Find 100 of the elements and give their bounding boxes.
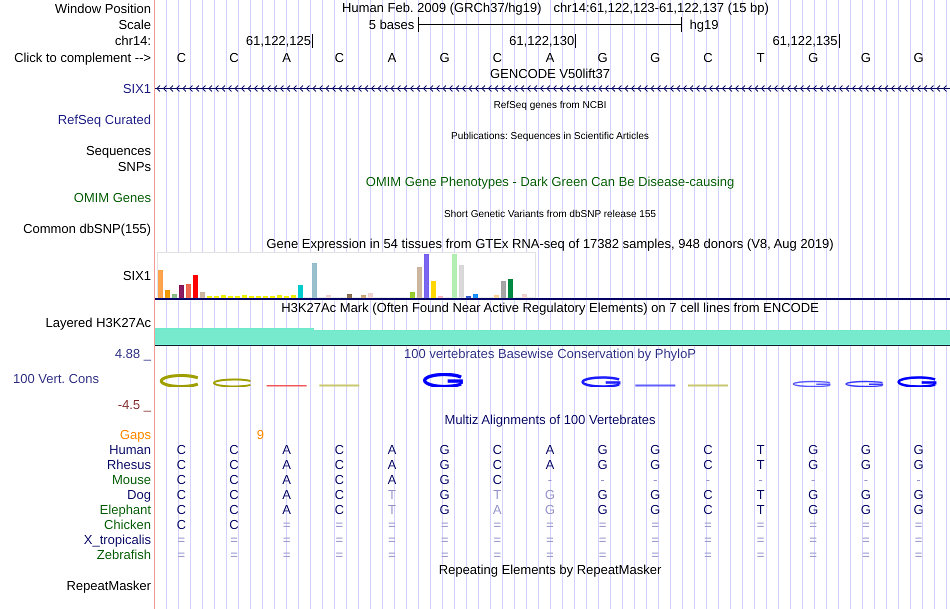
base-letter[interactable]: C bbox=[155, 50, 208, 64]
expression-bar[interactable] bbox=[424, 254, 429, 298]
alignment-base: G bbox=[649, 442, 662, 457]
base-letter[interactable]: A bbox=[366, 50, 418, 64]
expression-bar[interactable] bbox=[291, 295, 296, 298]
expression-bar[interactable] bbox=[522, 294, 527, 298]
expression-bar[interactable] bbox=[277, 295, 282, 298]
alignment-base: = bbox=[703, 547, 713, 562]
alignment-base: C bbox=[176, 457, 188, 472]
position-label: 61,122,135 bbox=[772, 34, 840, 48]
expression-bar[interactable] bbox=[186, 284, 191, 298]
alignment-base: C bbox=[334, 502, 345, 517]
species-label: Rhesus bbox=[106, 457, 151, 472]
expression-bar[interactable] bbox=[410, 292, 415, 298]
alignment-base: = bbox=[282, 517, 292, 532]
expression-bar[interactable] bbox=[452, 254, 457, 298]
alignment-base: T bbox=[756, 442, 766, 457]
alignment-base: C bbox=[176, 472, 188, 487]
base-letter[interactable]: G bbox=[576, 50, 629, 64]
alignment-base: = bbox=[861, 517, 871, 532]
track-title[interactable]: Multiz Alignments of 100 Vertebrates bbox=[444, 412, 656, 427]
expression-bar[interactable] bbox=[494, 295, 499, 298]
track-label[interactable]: Common dbSNP(155) bbox=[23, 220, 151, 236]
track-title[interactable]: Publications: Sequences in Scientific Articles bbox=[451, 131, 649, 142]
alignment-base: = bbox=[703, 517, 713, 532]
track-label[interactable]: SNPs bbox=[118, 158, 151, 174]
alignment-base: T bbox=[756, 502, 766, 517]
expression-bar[interactable] bbox=[242, 295, 247, 298]
alignment-base: = bbox=[861, 547, 871, 562]
alignment-base: = bbox=[387, 547, 397, 562]
expression-bar[interactable] bbox=[298, 285, 303, 298]
species-label: X_tropicalis bbox=[84, 532, 151, 547]
expression-bar[interactable] bbox=[172, 294, 177, 298]
expression-bar[interactable] bbox=[193, 275, 198, 298]
alignment-base: C bbox=[228, 442, 240, 457]
base-letter[interactable]: G bbox=[786, 50, 840, 64]
alignment-base: C bbox=[228, 502, 240, 517]
expression-bar[interactable] bbox=[431, 281, 436, 298]
base-letter[interactable]: C bbox=[312, 50, 366, 64]
base-letter[interactable]: T bbox=[734, 50, 787, 64]
alignment-base: A bbox=[386, 442, 398, 457]
base-letter[interactable]: C bbox=[208, 50, 260, 64]
track-label[interactable]: SIX1 bbox=[122, 268, 151, 283]
expression-bar[interactable] bbox=[368, 293, 373, 298]
track-label[interactable]: Layered H3K27Ac bbox=[45, 315, 151, 330]
expression-bar[interactable] bbox=[361, 295, 366, 298]
alignment-base: - bbox=[652, 472, 658, 487]
alignment-base: G bbox=[596, 487, 609, 502]
expression-bar[interactable] bbox=[473, 294, 478, 298]
alignment-base: = bbox=[282, 547, 292, 562]
expression-bar[interactable] bbox=[326, 295, 331, 298]
gap-count: 9 bbox=[256, 427, 265, 442]
track-title[interactable]: 100 vertebrates Basewise Conservation by PhyloP bbox=[404, 346, 696, 361]
base-letter[interactable]: G bbox=[892, 50, 945, 64]
track-label[interactable]: Sequences bbox=[86, 142, 151, 158]
alignment-base: G bbox=[649, 487, 662, 502]
track-label[interactable]: RefSeq Curated bbox=[58, 112, 151, 126]
alignment-base: - bbox=[757, 472, 764, 487]
alignment-base: A bbox=[386, 472, 398, 487]
track-title[interactable]: GENCODE V50lift37 bbox=[490, 66, 610, 81]
track-title[interactable]: OMIM Gene Phenotypes - Dark Green Can Be Disease-causing bbox=[366, 174, 734, 189]
expression-bar[interactable] bbox=[165, 290, 170, 298]
alignment-base: C bbox=[176, 517, 188, 532]
base-letter[interactable]: G bbox=[418, 50, 471, 64]
base-letter[interactable]: C bbox=[682, 50, 734, 64]
track-label[interactable]: RepeatMasker bbox=[66, 578, 151, 592]
base-letter[interactable]: G bbox=[840, 50, 892, 64]
alignment-base: A bbox=[281, 487, 292, 502]
species-label: Dog bbox=[127, 487, 151, 502]
base-letter[interactable]: G bbox=[628, 50, 682, 64]
alignment-base: G bbox=[807, 457, 820, 472]
base-letter[interactable]: A bbox=[524, 50, 576, 64]
alignment-base: C bbox=[228, 472, 240, 487]
expression-bar[interactable] bbox=[501, 281, 506, 298]
expression-bar[interactable] bbox=[347, 294, 352, 298]
alignment-base: G bbox=[807, 502, 820, 517]
row-label: chr14: bbox=[114, 33, 151, 48]
expression-bar[interactable] bbox=[158, 270, 163, 298]
position-range: chr14:61,122,123-61,122,137 (15 bp) bbox=[553, 0, 769, 15]
track-title[interactable]: Repeating Elements by RepeatMasker bbox=[438, 562, 662, 577]
expression-bar[interactable] bbox=[312, 263, 317, 298]
track-label[interactable]: 100 Vert. Cons bbox=[13, 371, 99, 386]
track-title[interactable]: RefSeq genes from NCBI bbox=[494, 100, 606, 111]
expression-bar[interactable] bbox=[200, 292, 205, 298]
alignment-base: G bbox=[912, 502, 925, 517]
base-letter[interactable]: C bbox=[470, 50, 524, 64]
alignment-base: = bbox=[914, 532, 924, 547]
alignment-base: = bbox=[545, 517, 555, 532]
track-title[interactable]: Gene Expression in 54 tissues from GTEx RNA-seq of 17382 samples, 948 donors (V8, Aug 2019) bbox=[266, 236, 834, 251]
track-label[interactable]: OMIM Genes bbox=[74, 190, 151, 204]
expression-bar[interactable] bbox=[179, 285, 184, 298]
strand-line-drawing[interactable] bbox=[155, 84, 950, 93]
track-title[interactable]: H3K27Ac Mark (Often Found Near Active Regulatory Elements) on 7 cell lines from ENCODE bbox=[281, 300, 819, 315]
expression-bar[interactable] bbox=[417, 267, 422, 298]
expression-bar[interactable] bbox=[459, 265, 464, 298]
base-letter[interactable]: A bbox=[260, 50, 313, 64]
expression-bar[interactable] bbox=[221, 295, 226, 298]
track-label[interactable]: SIX1 bbox=[122, 81, 151, 96]
expression-bar[interactable] bbox=[508, 279, 513, 298]
track-title[interactable]: Short Genetic Variants from dbSNP release 155 bbox=[444, 209, 656, 220]
